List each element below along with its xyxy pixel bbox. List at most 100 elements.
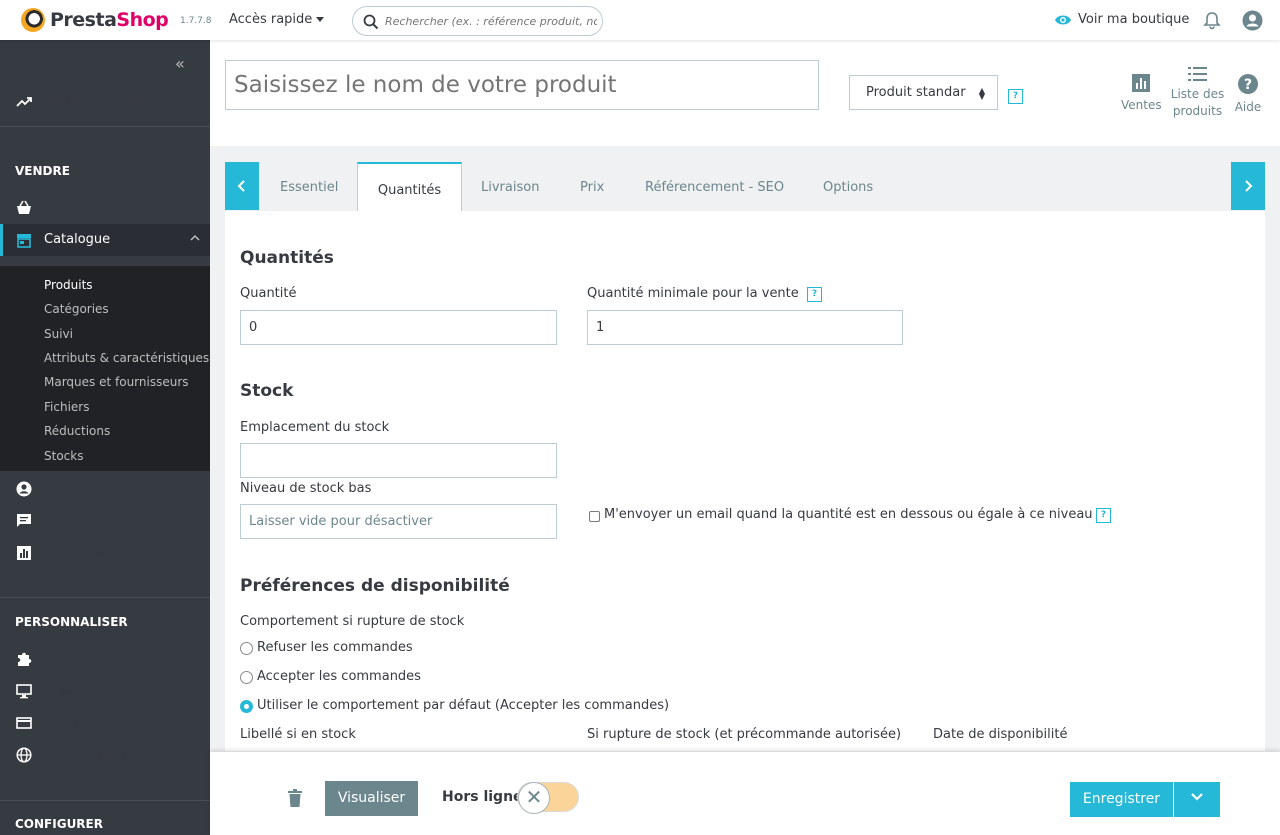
radio-deny-orders[interactable]: [240, 642, 253, 655]
search-input[interactable]: [385, 13, 597, 30]
sidebar-item-label: SAV: [44, 513, 70, 528]
sidebar-item-customer-service[interactable]: SAV: [0, 505, 210, 537]
radio-allow-orders[interactable]: [240, 671, 253, 684]
account-circle-icon: [16, 481, 32, 497]
puffin-logo-icon: [21, 8, 45, 32]
quantity-input[interactable]: [240, 310, 557, 345]
sidebar-item-customers[interactable]: Clients: [0, 473, 210, 505]
sidebar: « Tableau de bord VENDRE Commandes Catal…: [0, 40, 210, 835]
sidebar-item-label: Commandes: [44, 200, 126, 215]
trash-icon[interactable]: [288, 789, 302, 807]
sales-label: Ventes: [1121, 98, 1162, 112]
sidebar-item-international[interactable]: International: [0, 739, 210, 771]
radio-allow-orders-label: Accepter les commandes: [257, 669, 421, 684]
sidebar-item-dashboard[interactable]: Tableau de bord: [0, 86, 210, 118]
product-name-input[interactable]: [225, 60, 819, 110]
tab-seo[interactable]: Référencement - SEO: [645, 180, 784, 195]
sidebar-item-modules[interactable]: Modules: [0, 643, 210, 675]
sidebar-item-payment[interactable]: Paiement: [0, 707, 210, 739]
submenu-item-monitoring[interactable]: Suivi: [44, 327, 73, 341]
quantities-panel: Quantités Quantité Quantité minimale pou…: [225, 211, 1265, 751]
stock-location-input[interactable]: [240, 443, 557, 478]
sidebar-item-label: Paiement: [44, 715, 105, 730]
backorder-label: Si rupture de stock (et précommande auto…: [587, 727, 902, 742]
email-alert-checkbox[interactable]: [589, 511, 600, 522]
help-tooltip-icon[interactable]: ?: [1008, 89, 1023, 104]
submenu-item-files[interactable]: Fichiers: [44, 400, 89, 414]
puzzle-icon: [18, 652, 32, 666]
min-quantity-input[interactable]: [587, 310, 903, 345]
section-customize-title: PERSONNALISER: [15, 615, 128, 629]
low-stock-input[interactable]: [240, 504, 557, 539]
tab-scroll-right-button[interactable]: [1231, 162, 1265, 210]
globe-icon: [16, 747, 32, 763]
search-icon[interactable]: [363, 14, 379, 30]
tab-scroll-left-button[interactable]: [225, 162, 259, 210]
sidebar-item-stats[interactable]: Statistiques: [0, 537, 210, 569]
help-tooltip-icon[interactable]: ?: [1096, 508, 1111, 523]
sidebar-item-catalog[interactable]: Catalogue: [0, 224, 210, 256]
submenu-item-categories[interactable]: Catégories: [44, 302, 109, 316]
product-list-label-line2: produits: [1172, 104, 1223, 118]
tab-essentials[interactable]: Essentiel: [280, 180, 338, 195]
sidebar-item-label: Statistiques: [44, 545, 121, 560]
availability-title: Préférences de disponibilité: [240, 576, 510, 596]
save-options-dropdown[interactable]: [1174, 782, 1220, 817]
collapse-sidebar-icon[interactable]: «: [175, 54, 185, 73]
active-indicator: [0, 224, 3, 256]
prestashop-logo[interactable]: PrestaShop: [21, 8, 169, 32]
chevron-down-icon: [1191, 793, 1203, 801]
eye-icon: [1055, 15, 1071, 24]
tab-quantities[interactable]: Quantités: [357, 162, 462, 213]
divider: [0, 597, 210, 598]
submenu-item-discounts[interactable]: Réductions: [44, 424, 110, 438]
divider: [0, 126, 210, 127]
select-arrows-icon: ▲ ▼: [978, 86, 985, 101]
tab-options[interactable]: Options: [823, 180, 873, 195]
product-list-button[interactable]: Liste des produits: [1170, 67, 1225, 120]
help-button[interactable]: ? Aide: [1234, 74, 1262, 116]
tab-pricing[interactable]: Prix: [580, 180, 604, 195]
min-quantity-label: Quantité minimale pour la vente: [587, 286, 799, 301]
low-stock-label: Niveau de stock bas: [240, 481, 372, 496]
sidebar-item-label: Tableau de bord: [44, 94, 148, 109]
product-header: Produit standar ▲▼ ? Ventes Liste des pr…: [210, 40, 1280, 146]
sidebar-item-orders[interactable]: Commandes: [0, 192, 210, 224]
submenu-item-products[interactable]: Produits: [44, 278, 93, 292]
availability-date-label: Date de disponibilité: [933, 727, 1068, 742]
submenu-item-brands[interactable]: Marques et fournisseurs: [44, 375, 189, 389]
section-configure-title: CONFIGURER: [15, 817, 103, 831]
help-tooltip-icon[interactable]: ?: [807, 287, 822, 302]
footer-toolbar: Visualiser Hors ligne ✕ Enregistrer: [210, 752, 1280, 835]
quantities-title: Quantités: [240, 248, 334, 268]
caret-down-icon: [316, 17, 325, 22]
online-toggle[interactable]: ✕: [517, 782, 579, 814]
bell-icon[interactable]: [1203, 11, 1221, 30]
radio-default-behavior[interactable]: [240, 700, 253, 713]
sidebar-item-label: Modules: [44, 651, 99, 666]
preview-button[interactable]: Visualiser: [325, 781, 418, 816]
bar-chart-icon: [17, 546, 31, 560]
divider: [0, 800, 210, 801]
product-type-select[interactable]: Produit standar ▲ ▼: [849, 75, 998, 110]
in-stock-label: Libellé si en stock: [240, 727, 356, 742]
sidebar-item-design[interactable]: Apparence: [0, 675, 210, 707]
quick-access-menu[interactable]: Accès rapide: [229, 12, 325, 27]
sales-button[interactable]: Ventes: [1121, 74, 1162, 114]
sidebar-item-label: International: [44, 747, 127, 762]
svg-text:?: ?: [1244, 77, 1252, 93]
view-shop-link[interactable]: Voir ma boutique: [1054, 12, 1189, 27]
radio-deny-orders-label: Refuser les commandes: [257, 640, 413, 655]
help-label: Aide: [1234, 100, 1262, 114]
save-button[interactable]: Enregistrer: [1070, 782, 1173, 817]
close-icon: ✕: [518, 782, 550, 814]
user-account-icon[interactable]: [1242, 10, 1263, 31]
list-icon: [1188, 67, 1207, 81]
submenu-item-stocks[interactable]: Stocks: [44, 449, 83, 463]
submenu-item-attributes[interactable]: Attributs & caractéristiques: [44, 351, 209, 365]
email-alert-label: M'envoyer un email quand la quantité est…: [604, 507, 1093, 522]
sidebar-item-label: Apparence: [44, 683, 114, 698]
store-icon: [17, 234, 31, 248]
tab-shipping[interactable]: Livraison: [481, 180, 539, 195]
version-label: 1.7.7.8: [180, 16, 212, 26]
